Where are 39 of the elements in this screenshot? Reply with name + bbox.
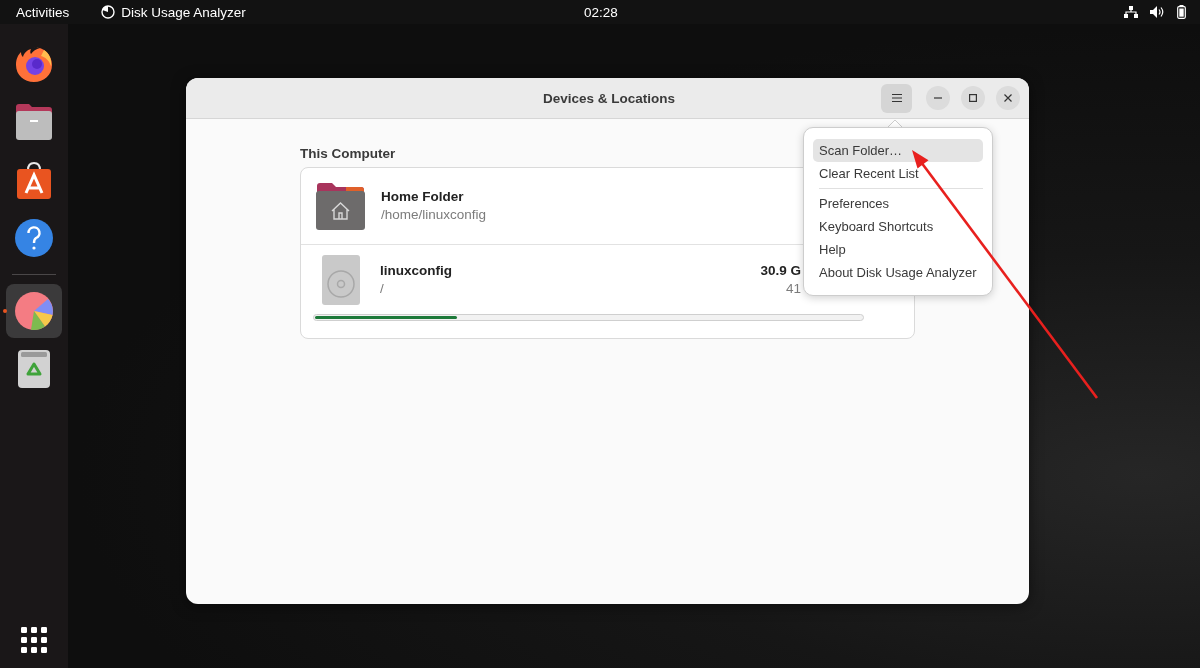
disk-size: 30.9 G [760,263,801,279]
trash-icon [17,349,51,389]
menu-item[interactable]: Preferences [813,192,983,215]
maximize-icon [969,94,977,102]
drive-icon [322,255,360,305]
minimize-icon [934,97,942,99]
shopping-bag-icon [15,160,53,200]
menu-item[interactable]: Scan Folder… [813,139,983,162]
disk-free: 41 [785,281,801,297]
minimize-button[interactable] [926,86,950,110]
location-name: linuxconfig [380,263,452,279]
window-title: Devices & Locations [542,90,675,106]
maximize-button[interactable] [961,86,985,110]
help-icon [14,218,54,258]
network-icon [1124,6,1138,18]
menu-icon [891,94,902,102]
menu-item[interactable]: Keyboard Shortcuts [813,215,983,238]
folder-icon [14,103,54,141]
activities-button[interactable]: Activities [10,1,76,23]
section-title: This Computer [300,146,396,162]
menu-button[interactable] [881,83,912,113]
menu-item[interactable]: Clear Recent List [813,162,983,185]
app-menu-button[interactable]: Disk Usage Analyzer [95,1,252,23]
pie-chart-icon [101,5,116,19]
clock-button[interactable]: 02:28 [578,1,624,23]
home-folder-icon [316,182,365,230]
browser-icon [14,44,54,84]
menu-item[interactable]: About Disk Usage Analyzer [813,261,983,284]
close-button[interactable] [996,86,1020,110]
location-path: /home/linuxconfig [381,207,487,223]
dock-app-button[interactable] [6,284,62,338]
location-name: Home Folder [381,189,464,205]
location-path: / [380,281,384,297]
battery-icon [1177,5,1186,19]
close-icon [1004,94,1012,102]
pie-chart-icon [14,291,54,331]
menu-item[interactable]: Help [813,238,983,261]
app-grid-icon [21,627,47,653]
volume-icon [1150,6,1165,18]
